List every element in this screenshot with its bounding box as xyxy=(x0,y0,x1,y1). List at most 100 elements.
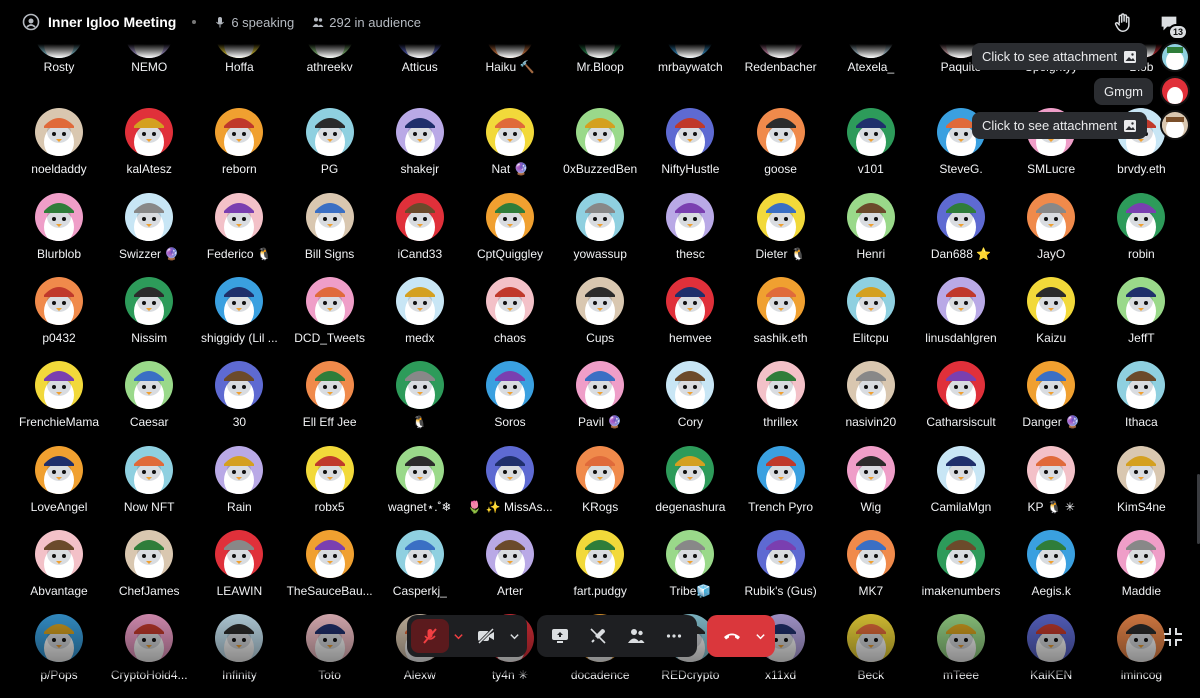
participant-tile[interactable]: Maddie xyxy=(1096,529,1186,614)
participant-tile[interactable]: CptQuiggley xyxy=(465,192,555,277)
share-screen-button[interactable] xyxy=(541,619,579,653)
participant-tile[interactable]: 🌷 ✨ MissAs... xyxy=(465,445,555,530)
participant-tile[interactable]: chaos xyxy=(465,276,555,361)
participant-tile[interactable]: KaiKEN xyxy=(1006,614,1096,698)
participant-avatar[interactable] xyxy=(937,445,985,494)
participant-avatar[interactable] xyxy=(1117,445,1166,494)
participant-tile[interactable]: Aegis.k xyxy=(1006,529,1096,614)
participant-avatar[interactable] xyxy=(305,614,354,663)
participant-tile[interactable]: Wig xyxy=(826,445,916,530)
message-toast-2[interactable]: Gmgm xyxy=(1094,78,1153,105)
participant-tile[interactable]: Dan688 ⭐ xyxy=(916,192,1006,277)
participant-avatar[interactable] xyxy=(395,192,444,241)
participant-avatar[interactable] xyxy=(125,614,174,663)
participant-tile[interactable]: Infinity xyxy=(194,614,284,698)
participant-avatar[interactable] xyxy=(486,192,534,241)
participant-tile[interactable]: noeldaddy xyxy=(14,108,104,192)
participant-avatar[interactable] xyxy=(215,529,264,578)
participant-avatar[interactable] xyxy=(305,529,354,578)
participant-tile[interactable]: Tribe🧊 xyxy=(645,529,735,614)
participant-tile[interactable]: Rubik's (Gus) xyxy=(736,529,826,614)
participant-avatar[interactable] xyxy=(1117,529,1166,578)
participant-tile[interactable]: Ell Eff Jee xyxy=(285,361,375,445)
participant-tile[interactable]: ChefJames xyxy=(104,529,194,614)
participant-tile[interactable]: 30 xyxy=(194,361,284,445)
participant-avatar[interactable] xyxy=(35,529,83,578)
participant-tile[interactable]: sashik.eth xyxy=(736,276,826,361)
camera-toggle-button[interactable] xyxy=(467,619,505,653)
participant-tile[interactable]: Rain xyxy=(194,445,284,530)
participant-tile[interactable]: KP 🐧 ✳ xyxy=(1006,445,1096,530)
participant-tile[interactable]: kalAtesz xyxy=(104,108,194,192)
participant-avatar[interactable] xyxy=(756,108,805,157)
participant-avatar[interactable] xyxy=(937,529,985,578)
participant-tile[interactable]: JeffT xyxy=(1096,276,1186,361)
participant-avatar[interactable] xyxy=(576,276,625,325)
participant-avatar[interactable] xyxy=(1117,192,1166,241)
participant-avatar[interactable] xyxy=(215,276,264,325)
participant-avatar[interactable] xyxy=(486,445,534,494)
participant-avatar[interactable] xyxy=(35,108,83,157)
participant-avatar[interactable] xyxy=(1117,361,1166,410)
participant-avatar[interactable] xyxy=(305,192,354,241)
fullscreen-button[interactable] xyxy=(1162,626,1184,648)
participant-avatar[interactable] xyxy=(576,361,625,410)
participant-tile[interactable]: shakejr xyxy=(375,108,465,192)
participant-avatar[interactable] xyxy=(576,445,625,494)
participant-avatar[interactable] xyxy=(756,361,805,410)
participant-avatar[interactable] xyxy=(756,276,805,325)
participant-tile[interactable]: hemvee xyxy=(645,276,735,361)
participant-avatar[interactable] xyxy=(35,361,83,410)
participant-avatar[interactable] xyxy=(756,445,805,494)
raise-hand-button[interactable] xyxy=(1110,10,1136,36)
participant-avatar[interactable] xyxy=(35,276,83,325)
participant-tile[interactable]: FrenchieMama xyxy=(14,361,104,445)
participant-tile[interactable]: NiftyHustle xyxy=(645,108,735,192)
participant-tile[interactable]: 🐧 xyxy=(375,361,465,445)
participant-tile[interactable]: wagnet⋆.˚❄ xyxy=(375,445,465,530)
message-toast-3[interactable]: Click to see attachment xyxy=(972,112,1148,139)
participant-tile[interactable]: Cory xyxy=(645,361,735,445)
chat-button[interactable]: 13 xyxy=(1156,10,1188,40)
participant-tile[interactable]: thrillex xyxy=(736,361,826,445)
toast-avatar-1[interactable] xyxy=(1160,42,1190,72)
participant-avatar[interactable] xyxy=(215,445,264,494)
participant-tile[interactable]: Nat 🔮 xyxy=(465,108,555,192)
participant-tile[interactable]: 0xBuzzedBen xyxy=(555,108,645,192)
invite-to-speak-button[interactable] xyxy=(617,619,655,653)
participant-avatar[interactable] xyxy=(125,108,174,157)
participant-tile[interactable]: DCD_Tweets xyxy=(285,276,375,361)
participant-avatar[interactable] xyxy=(666,361,715,410)
participant-tile[interactable]: nasivin20 xyxy=(826,361,916,445)
soundboard-button[interactable] xyxy=(579,619,617,653)
participant-tile[interactable]: Abvantage xyxy=(14,529,104,614)
participant-tile[interactable]: medx xyxy=(375,276,465,361)
participant-tile[interactable]: Caesar xyxy=(104,361,194,445)
participant-avatar[interactable] xyxy=(1027,276,1076,325)
participant-avatar[interactable] xyxy=(846,445,895,494)
participant-avatar[interactable] xyxy=(395,361,444,410)
participant-tile[interactable]: Swizzer 🔮 xyxy=(104,192,194,277)
participant-avatar[interactable] xyxy=(1117,276,1166,325)
participant-avatar[interactable] xyxy=(215,361,264,410)
participant-avatar[interactable] xyxy=(215,614,264,663)
participant-avatar[interactable] xyxy=(395,276,444,325)
participant-avatar[interactable] xyxy=(756,192,805,241)
participant-avatar[interactable] xyxy=(666,445,715,494)
participant-avatar[interactable] xyxy=(1027,445,1076,494)
leave-options-caret[interactable] xyxy=(751,619,769,653)
participant-tile[interactable]: mTeee xyxy=(916,614,1006,698)
participant-tile[interactable]: v101 xyxy=(826,108,916,192)
participant-tile[interactable]: imakenumbers xyxy=(916,529,1006,614)
participant-tile[interactable]: Beck xyxy=(826,614,916,698)
participant-tile[interactable]: CamilaMgn xyxy=(916,445,1006,530)
participant-avatar[interactable] xyxy=(35,614,83,663)
participant-tile[interactable]: KimS4ne xyxy=(1096,445,1186,530)
participant-avatar[interactable] xyxy=(666,276,715,325)
participant-tile[interactable]: Elitcpu xyxy=(826,276,916,361)
participant-avatar[interactable] xyxy=(35,192,83,241)
participant-avatar[interactable] xyxy=(125,529,174,578)
participant-tile[interactable]: Arter xyxy=(465,529,555,614)
participant-tile[interactable]: p/Pops xyxy=(14,614,104,698)
participant-avatar[interactable] xyxy=(846,361,895,410)
